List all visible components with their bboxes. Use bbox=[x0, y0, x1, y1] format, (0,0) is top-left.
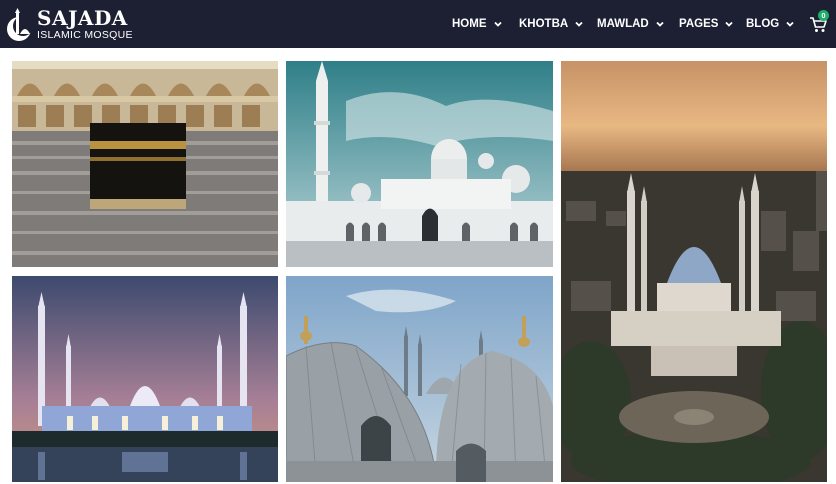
gallery-image-mosque-sunset-city[interactable] bbox=[561, 61, 827, 482]
nav-item-label: HOME bbox=[452, 18, 487, 30]
nav-item-home[interactable]: HOME bbox=[452, 16, 502, 32]
gallery-image-mosque-night[interactable] bbox=[12, 276, 278, 482]
nav-item-blog[interactable]: BLOG bbox=[746, 16, 794, 32]
gallery-image-white-mosque[interactable] bbox=[286, 61, 553, 267]
chevron-down-icon bbox=[725, 21, 734, 27]
chevron-down-icon bbox=[493, 21, 502, 27]
cart-button[interactable]: 0 bbox=[808, 10, 830, 35]
nav-item-pages[interactable]: PAGES bbox=[679, 16, 734, 32]
brand-name: SAJADA bbox=[37, 6, 128, 30]
chevron-down-icon bbox=[656, 21, 664, 27]
site-logo[interactable]: SAJADA ISLAMIC MOSQUE bbox=[4, 3, 134, 43]
chevron-down-icon bbox=[575, 21, 583, 27]
nav-item-label: MAWLAD bbox=[597, 18, 649, 30]
gallery-image-kaaba[interactable] bbox=[12, 61, 278, 267]
cart-count-badge: 0 bbox=[818, 10, 829, 21]
gallery-image-mosque-domes[interactable] bbox=[286, 276, 553, 482]
kaaba-photo bbox=[12, 61, 278, 267]
white-mosque-photo bbox=[286, 61, 553, 267]
mosque-sunset-photo bbox=[561, 61, 827, 482]
nav-item-label: KHOTBA bbox=[519, 18, 569, 30]
nav-item-label: PAGES bbox=[679, 18, 719, 30]
mosque-night-photo bbox=[12, 276, 278, 482]
top-navbar: SAJADA ISLAMIC MOSQUE HOME KHOTBA MAWLAD… bbox=[0, 0, 836, 48]
chevron-down-icon bbox=[786, 21, 794, 27]
nav-item-khotba[interactable]: KHOTBA bbox=[519, 16, 583, 32]
nav-item-label: BLOG bbox=[746, 18, 780, 30]
brand-tagline: ISLAMIC MOSQUE bbox=[37, 29, 133, 41]
mosque-logo-icon bbox=[7, 8, 33, 41]
mosque-domes-photo bbox=[286, 276, 553, 482]
nav-item-mawlad[interactable]: MAWLAD bbox=[597, 16, 664, 32]
